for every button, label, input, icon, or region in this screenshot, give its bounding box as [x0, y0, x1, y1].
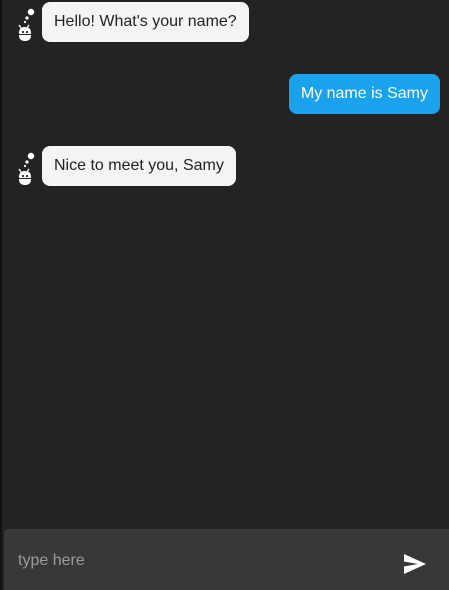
bot-message-bubble: Hello! What's your name?: [42, 2, 249, 42]
message-input[interactable]: [16, 543, 380, 579]
message-row-user: My name is Samy: [2, 74, 449, 114]
robot-icon: [18, 152, 35, 185]
chat-app: Hello! What's your name? My name is Samy…: [0, 0, 449, 590]
send-icon[interactable]: [403, 553, 427, 575]
message-list: Hello! What's your name? My name is Samy…: [2, 0, 449, 528]
message-row-bot: Hello! What's your name?: [2, 2, 449, 42]
robot-icon: [18, 8, 35, 41]
message-composer: [4, 529, 449, 590]
message-row-bot: Nice to meet you, Samy: [2, 146, 449, 186]
user-message-bubble: My name is Samy: [288, 74, 440, 114]
bot-message-bubble: Nice to meet you, Samy: [42, 146, 236, 186]
